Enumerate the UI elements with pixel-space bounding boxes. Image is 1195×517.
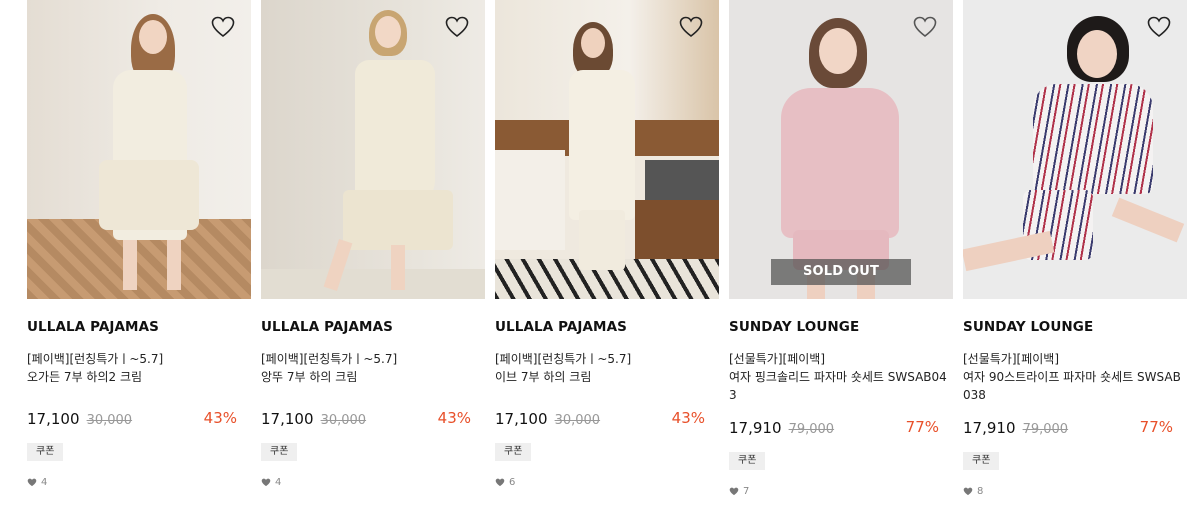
coupon-badge: 쿠폰 <box>729 452 766 470</box>
like-count: 4 <box>261 477 485 488</box>
like-count: 6 <box>495 477 719 488</box>
product-tag: [페이백][런칭특가ㅣ~5.7] <box>27 352 164 366</box>
product-name: 앙뚜 7부 하의 크림 <box>261 370 358 384</box>
discount-rate: 77% <box>905 418 939 436</box>
like-count-value: 6 <box>509 477 516 488</box>
heart-icon <box>963 487 973 496</box>
wishlist-heart-icon[interactable] <box>1147 16 1171 38</box>
product-title[interactable]: [페이백][런칭특가ㅣ~5.7] 이브 7부 하의 크림 <box>495 350 719 386</box>
product-title[interactable]: [선물특가][페이백] 여자 90스트라이프 파자마 숏세트 SWSAB038 <box>963 350 1187 404</box>
brand-name[interactable]: ULLALA PAJAMAS <box>27 319 251 336</box>
brand-name[interactable]: ULLALA PAJAMAS <box>495 319 719 336</box>
product-image[interactable] <box>261 0 485 299</box>
price-row: 17,910 79,000 77% <box>729 418 953 440</box>
discount-rate: 43% <box>203 409 237 427</box>
product-tag: [페이백][런칭특가ㅣ~5.7] <box>495 352 632 366</box>
product-image[interactable] <box>27 0 251 299</box>
discount-rate: 77% <box>1139 418 1173 436</box>
product-card[interactable]: SUNDAY LOUNGE [선물특가][페이백] 여자 90스트라이프 파자마… <box>963 0 1187 497</box>
discount-rate: 43% <box>437 409 471 427</box>
product-title[interactable]: [페이백][런칭특가ㅣ~5.7] 앙뚜 7부 하의 크림 <box>261 350 485 386</box>
product-card[interactable]: ULLALA PAJAMAS [페이백][런칭특가ㅣ~5.7] 오가든 7부 하… <box>27 0 251 488</box>
original-price: 79,000 <box>788 422 835 437</box>
product-image[interactable] <box>963 0 1187 299</box>
sale-price: 17,910 <box>963 419 1016 437</box>
coupon-badge: 쿠폰 <box>963 452 1000 470</box>
coupon-badge: 쿠폰 <box>261 443 298 461</box>
like-count: 7 <box>729 486 953 497</box>
product-tag: [선물특가][페이백] <box>729 352 826 366</box>
like-count: 4 <box>27 477 251 488</box>
product-card[interactable]: ULLALA PAJAMAS [페이백][런칭특가ㅣ~5.7] 앙뚜 7부 하의… <box>261 0 485 488</box>
wishlist-heart-icon[interactable] <box>445 16 469 38</box>
price-row: 17,100 30,000 43% <box>27 409 251 431</box>
like-count: 8 <box>963 486 1187 497</box>
wishlist-heart-icon[interactable] <box>679 16 703 38</box>
price-row: 17,100 30,000 43% <box>261 409 485 431</box>
brand-name[interactable]: SUNDAY LOUNGE <box>729 319 953 336</box>
product-image[interactable] <box>495 0 719 299</box>
product-card[interactable]: SOLD OUT SUNDAY LOUNGE [선물특가][페이백] 여자 핑크… <box>729 0 953 497</box>
product-title[interactable]: [선물특가][페이백] 여자 핑크솔리드 파자마 숏세트 SWSAB043 <box>729 350 953 404</box>
sale-price: 17,100 <box>495 410 548 428</box>
discount-rate: 43% <box>671 409 705 427</box>
product-card[interactable]: ULLALA PAJAMAS [페이백][런칭특가ㅣ~5.7] 이브 7부 하의… <box>495 0 719 488</box>
product-grid: ULLALA PAJAMAS [페이백][런칭특가ㅣ~5.7] 오가든 7부 하… <box>0 0 1195 517</box>
brand-name[interactable]: SUNDAY LOUNGE <box>963 319 1187 336</box>
heart-icon <box>495 478 505 487</box>
product-name: 오가든 7부 하의2 크림 <box>27 370 143 384</box>
product-title[interactable]: [페이백][런칭특가ㅣ~5.7] 오가든 7부 하의2 크림 <box>27 350 251 386</box>
sale-price: 17,910 <box>729 419 782 437</box>
original-price: 79,000 <box>1022 422 1069 437</box>
product-tag: [페이백][런칭특가ㅣ~5.7] <box>261 352 398 366</box>
original-price: 30,000 <box>554 413 601 428</box>
product-name: 여자 핑크솔리드 파자마 숏세트 SWSAB043 <box>729 370 947 402</box>
sold-out-badge: SOLD OUT <box>771 259 911 285</box>
heart-icon <box>729 487 739 496</box>
like-count-value: 4 <box>41 477 48 488</box>
coupon-badge: 쿠폰 <box>27 443 64 461</box>
price-row: 17,100 30,000 43% <box>495 409 719 431</box>
product-name: 이브 7부 하의 크림 <box>495 370 592 384</box>
price-row: 17,910 79,000 77% <box>963 418 1187 440</box>
heart-icon <box>27 478 37 487</box>
like-count-value: 4 <box>275 477 282 488</box>
wishlist-heart-icon[interactable] <box>913 16 937 38</box>
brand-name[interactable]: ULLALA PAJAMAS <box>261 319 485 336</box>
like-count-value: 8 <box>977 486 984 497</box>
original-price: 30,000 <box>86 413 133 428</box>
sale-price: 17,100 <box>261 410 314 428</box>
product-name: 여자 90스트라이프 파자마 숏세트 SWSAB038 <box>963 370 1181 402</box>
coupon-badge: 쿠폰 <box>495 443 532 461</box>
like-count-value: 7 <box>743 486 750 497</box>
product-image[interactable]: SOLD OUT <box>729 0 953 299</box>
heart-icon <box>261 478 271 487</box>
product-tag: [선물특가][페이백] <box>963 352 1060 366</box>
wishlist-heart-icon[interactable] <box>211 16 235 38</box>
original-price: 30,000 <box>320 413 367 428</box>
sale-price: 17,100 <box>27 410 80 428</box>
